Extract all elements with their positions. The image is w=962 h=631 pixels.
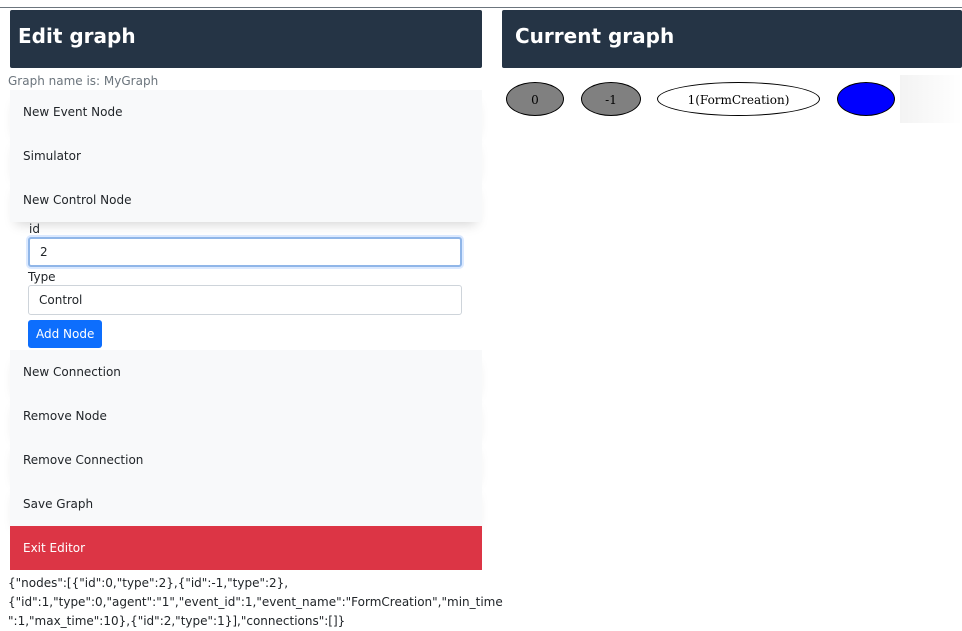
graph-json-output: {"nodes":[{"id":0,"type":2},{"id":-1,"ty… xyxy=(8,574,503,631)
json-line: {"nodes":[{"id":0,"type":2},{"id":-1,"ty… xyxy=(8,576,289,590)
remove-node-button[interactable]: Remove Node xyxy=(10,394,482,438)
remove-connection-button[interactable]: Remove Connection xyxy=(10,438,482,482)
graph-node-minus-1[interactable]: -1 xyxy=(581,82,641,116)
edit-graph-panel: Edit graph Graph name is: MyGraph New Ev… xyxy=(8,10,503,631)
new-event-node-button[interactable]: New Event Node xyxy=(10,90,482,134)
edit-graph-title: Edit graph xyxy=(10,10,482,68)
new-control-node-form: id Type Add Node xyxy=(10,222,482,350)
type-input[interactable] xyxy=(28,285,462,315)
graph-node-0[interactable]: 0 xyxy=(506,82,564,116)
new-control-node-button[interactable]: New Control Node xyxy=(10,178,482,222)
save-graph-button[interactable]: Save Graph xyxy=(10,482,482,526)
new-connection-button[interactable]: New Connection xyxy=(10,350,482,394)
id-input[interactable] xyxy=(28,237,462,267)
json-line: {"id":1,"type":0,"agent":"1","event_id":… xyxy=(8,595,503,609)
graph-node-1[interactable]: 1(FormCreation) xyxy=(657,82,820,116)
current-graph-panel: Current graph 0 -1 1(FormCreation) 2 xyxy=(502,10,962,123)
json-line: ":1,"max_time":10},{"id":2,"type":1}],"c… xyxy=(8,614,346,628)
type-label: Type xyxy=(28,270,56,284)
id-label: id xyxy=(29,222,40,236)
exit-editor-button[interactable]: Exit Editor xyxy=(10,526,482,570)
graph-name-label: Graph name is: MyGraph xyxy=(8,74,159,88)
add-node-button[interactable]: Add Node xyxy=(28,320,103,348)
simulator-button[interactable]: Simulator xyxy=(10,134,482,178)
graph-node-2[interactable]: 2 xyxy=(837,82,895,116)
current-graph-title: Current graph xyxy=(502,10,962,68)
graph-canvas-shadow xyxy=(900,75,962,123)
top-border xyxy=(0,0,962,8)
graph-canvas: 0 -1 1(FormCreation) 2 xyxy=(502,75,900,123)
